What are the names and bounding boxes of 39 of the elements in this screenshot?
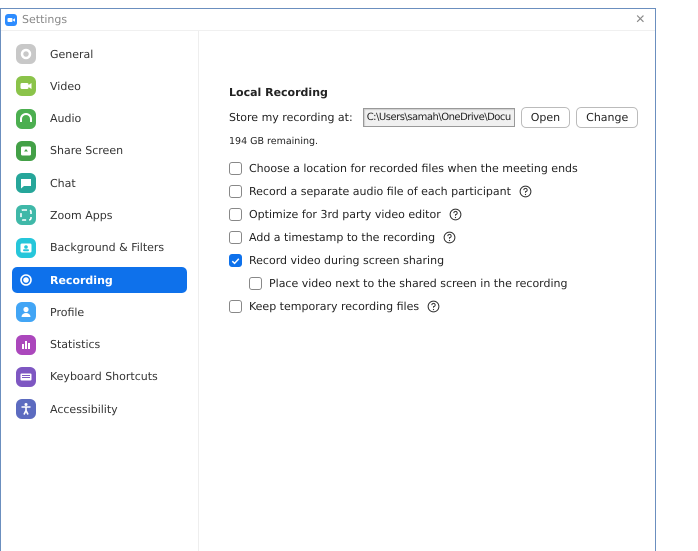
sidebar-item[interactable]: Keyboard Shortcuts — [12, 364, 187, 390]
checkbox[interactable] — [229, 300, 242, 313]
sidebar-item[interactable]: Video — [12, 73, 187, 100]
help-icon[interactable] — [427, 300, 440, 313]
sidebar-item[interactable]: Chat — [12, 170, 187, 196]
checkbox[interactable] — [229, 185, 242, 198]
camera-icon — [5, 14, 17, 26]
option-label[interactable]: Add a timestamp to the recording — [249, 231, 436, 244]
option-label[interactable]: Record video during screen sharing — [249, 254, 444, 267]
option-label[interactable]: Keep temporary recording files — [249, 300, 420, 313]
option-label[interactable]: Optimize for 3rd party video editor — [249, 208, 441, 221]
open-button[interactable]: Open — [520, 107, 570, 128]
sidebar-item[interactable]: Audio — [12, 106, 187, 132]
path-field[interactable]: C:\Users\samah\OneDrive\Docu — [362, 108, 515, 127]
checkbox[interactable] — [229, 254, 242, 267]
help-icon[interactable] — [518, 185, 532, 198]
remaining-space-text: 194 GB remaining. — [229, 136, 320, 147]
sidebar-item[interactable]: Share Screen — [12, 138, 187, 164]
option-label[interactable]: Place video next to the shared screen in the recording — [269, 277, 568, 290]
section-heading: Local Recording — [229, 86, 329, 99]
sidebar-item[interactable]: Accessibility — [12, 396, 187, 422]
sidebar-item[interactable]: Profile — [12, 299, 187, 326]
checkbox[interactable] — [249, 277, 262, 290]
help-icon[interactable] — [448, 208, 462, 221]
close-button[interactable]: × — [626, 12, 655, 28]
window-title: Settings — [22, 13, 68, 26]
checkbox[interactable] — [229, 231, 242, 244]
option-label[interactable]: Choose a location for recorded files when the meeting ends — [249, 162, 578, 175]
field-label: Store my recording at: — [229, 111, 353, 124]
sidebar-item[interactable]: Recording — [12, 267, 187, 294]
sidebar-item[interactable]: Zoom Apps — [12, 202, 187, 228]
sidebar-item[interactable]: General — [12, 41, 187, 67]
change-button[interactable]: Change — [576, 107, 638, 128]
option-label[interactable]: Record a separate audio file of each participant — [249, 185, 511, 198]
checkbox[interactable] — [229, 162, 242, 175]
help-icon[interactable] — [443, 231, 456, 244]
sidebar-item[interactable]: Statistics — [12, 332, 187, 358]
sidebar-item[interactable]: Background & Filters — [12, 234, 187, 261]
checkbox[interactable] — [229, 208, 242, 221]
